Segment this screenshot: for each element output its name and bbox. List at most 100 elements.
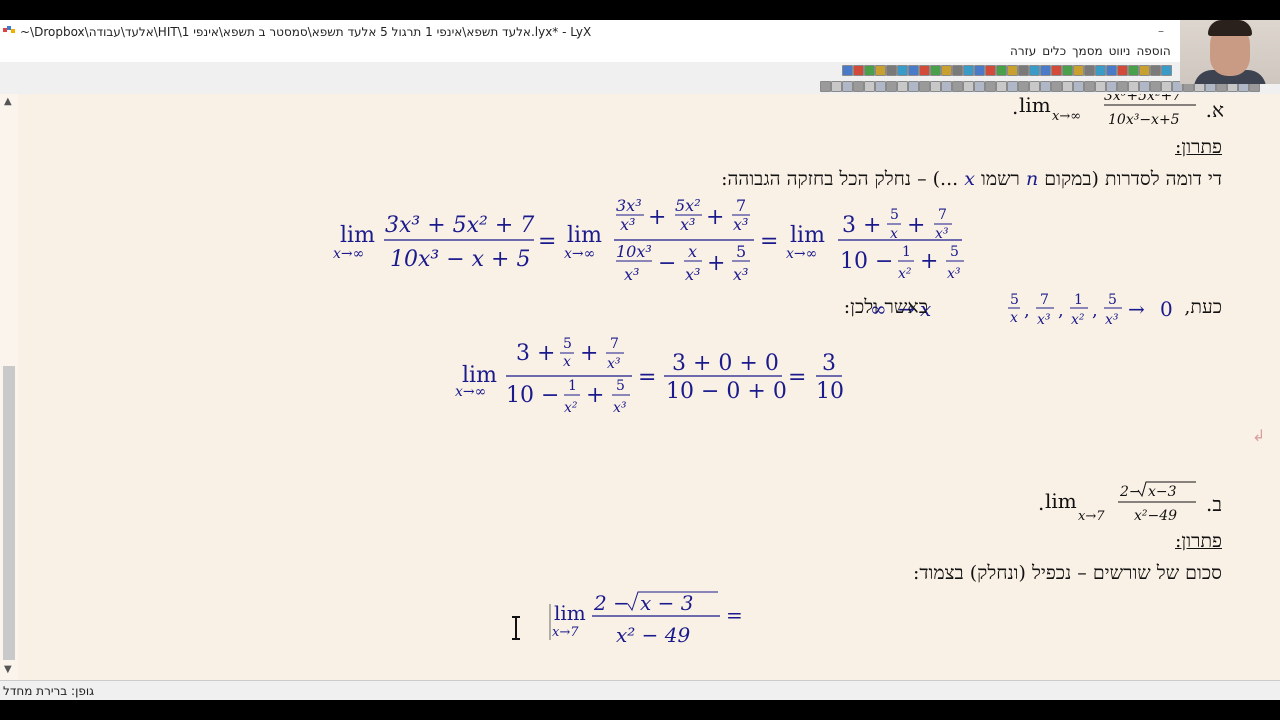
toolbar-button[interactable] <box>1139 65 1150 76</box>
toolbar-button[interactable] <box>1040 65 1051 76</box>
toolbar-button[interactable] <box>1128 65 1139 76</box>
scroll-down-icon[interactable]: ▼ <box>4 664 12 675</box>
document-editor[interactable]: ▲ ▼ א. . lim x→∞ 3x³+5x²+7 10x³−x+5 פתרו… <box>0 94 1280 680</box>
toolbar-button[interactable] <box>875 65 886 76</box>
toolbar-button[interactable] <box>1073 65 1084 76</box>
svg-text:+: + <box>580 341 598 366</box>
menu-tools[interactable]: כלים <box>1042 44 1066 58</box>
svg-text:=: = <box>760 229 778 254</box>
svg-text:x³: x³ <box>624 265 639 284</box>
toolbar-button[interactable] <box>1062 65 1073 76</box>
toolbar-button[interactable] <box>952 81 963 92</box>
svg-text:+: + <box>707 251 725 276</box>
menu-navigate[interactable]: ניווט <box>1109 44 1131 58</box>
vertical-scrollbar[interactable]: ▲ ▼ <box>0 94 18 680</box>
svg-text:x²: x² <box>1071 312 1085 328</box>
exercise-a-limit: . lim x→∞ 3x³+5x²+7 10x³−x+5 <box>1012 94 1196 128</box>
toolbar-button[interactable] <box>1161 81 1172 92</box>
toolbar-button[interactable] <box>1095 65 1106 76</box>
equation-3[interactable]: lim x→7 2 − x − 3 x² − 49 = <box>548 588 758 654</box>
toolbar-button[interactable] <box>941 65 952 76</box>
toolbar-button[interactable] <box>1051 81 1062 92</box>
svg-text:x³: x³ <box>1037 312 1051 328</box>
svg-text:3 +: 3 + <box>516 341 555 366</box>
svg-text:5: 5 <box>563 336 572 352</box>
toolbar-button[interactable] <box>941 81 952 92</box>
toolbar-button[interactable] <box>1051 65 1062 76</box>
toolbar-button[interactable] <box>1117 81 1128 92</box>
a-lim: lim <box>1019 94 1051 117</box>
toolbar-button[interactable] <box>1084 65 1095 76</box>
toolbar-button[interactable] <box>974 81 985 92</box>
toolbar-button[interactable] <box>853 65 864 76</box>
svg-text:7: 7 <box>1040 292 1049 308</box>
toolbar-button[interactable] <box>1161 65 1172 76</box>
svg-text:−: − <box>658 251 676 276</box>
toolbar-button[interactable] <box>1062 81 1073 92</box>
minimize-button[interactable]: – <box>1158 24 1164 38</box>
toolbar-button[interactable] <box>985 65 996 76</box>
toolbar-button[interactable] <box>952 65 963 76</box>
toolbar-button[interactable] <box>864 65 875 76</box>
svg-text:+: + <box>648 205 666 230</box>
toolbar-button[interactable] <box>1073 81 1084 92</box>
toolbar-button[interactable] <box>1029 81 1040 92</box>
svg-text:+: + <box>907 213 925 238</box>
toolbar-button[interactable] <box>886 65 897 76</box>
svg-text:0: 0 <box>1160 297 1173 321</box>
scrollbar-thumb[interactable] <box>3 366 15 660</box>
menu-insert[interactable]: הוספה <box>1136 44 1170 58</box>
toolbar-button[interactable] <box>853 81 864 92</box>
toolbar-button[interactable] <box>1007 65 1018 76</box>
toolbar-button[interactable] <box>985 81 996 92</box>
toolbar-button[interactable] <box>875 81 886 92</box>
toolbar-button[interactable] <box>831 81 842 92</box>
toolbar-button[interactable] <box>820 81 831 92</box>
toolbar-button[interactable] <box>1084 81 1095 92</box>
toolbar-button[interactable] <box>919 81 930 92</box>
toolbar-button[interactable] <box>897 65 908 76</box>
webcam-overlay <box>1180 20 1280 84</box>
toolbar-button[interactable] <box>963 65 974 76</box>
toolbar-button[interactable] <box>1117 65 1128 76</box>
toolbar-button[interactable] <box>1128 81 1139 92</box>
toolbar-button[interactable] <box>1095 81 1106 92</box>
status-bar: גופן: ברירת מחדל <box>0 680 1280 701</box>
toolbar-button[interactable] <box>963 81 974 92</box>
toolbar-button[interactable] <box>897 81 908 92</box>
svg-text:7: 7 <box>736 198 746 215</box>
toolbar-button[interactable] <box>1007 81 1018 92</box>
toolbar-button[interactable] <box>996 81 1007 92</box>
toolbar-button[interactable] <box>919 65 930 76</box>
svg-text:1: 1 <box>1074 292 1083 308</box>
equation-1: lim x→∞ 3x³ + 5x² + 7 10x³ − x + 5 = lim… <box>333 198 964 284</box>
toolbar-button[interactable] <box>1106 65 1117 76</box>
menu-items: הוספה ניווט מסמך כלים עזרה <box>1010 44 1171 58</box>
toolbar-button[interactable] <box>1150 81 1161 92</box>
toolbar-button[interactable] <box>996 65 1007 76</box>
toolbar-button[interactable] <box>864 81 875 92</box>
menu-document[interactable]: מסמך <box>1072 44 1103 58</box>
toolbar-button[interactable] <box>1029 65 1040 76</box>
toolbar-button[interactable] <box>974 65 985 76</box>
fraction-list-math: 5 x , 7 x³ , 1 x² , 5 x³ → 0 <box>1008 292 1173 328</box>
svg-text:x: x <box>563 354 571 370</box>
svg-text:x³: x³ <box>680 215 695 234</box>
toolbar-button[interactable] <box>930 65 941 76</box>
svg-text:→: → <box>1128 297 1145 321</box>
toolbar-button[interactable] <box>842 81 853 92</box>
toolbar-button[interactable] <box>1018 65 1029 76</box>
toolbar-button[interactable] <box>908 81 919 92</box>
toolbar-button[interactable] <box>1018 81 1029 92</box>
toolbar-button[interactable] <box>1040 81 1051 92</box>
toolbar-button[interactable] <box>930 81 941 92</box>
scroll-up-icon[interactable]: ▲ <box>4 96 12 107</box>
toolbar-button[interactable] <box>1150 65 1161 76</box>
toolbar-button[interactable] <box>1139 81 1150 92</box>
toolbar-button[interactable] <box>842 65 853 76</box>
when-word: כאשר <box>884 296 928 318</box>
toolbar-button[interactable] <box>1106 81 1117 92</box>
menu-help[interactable]: עזרה <box>1010 44 1036 58</box>
toolbar-button[interactable] <box>886 81 897 92</box>
toolbar-button[interactable] <box>908 65 919 76</box>
